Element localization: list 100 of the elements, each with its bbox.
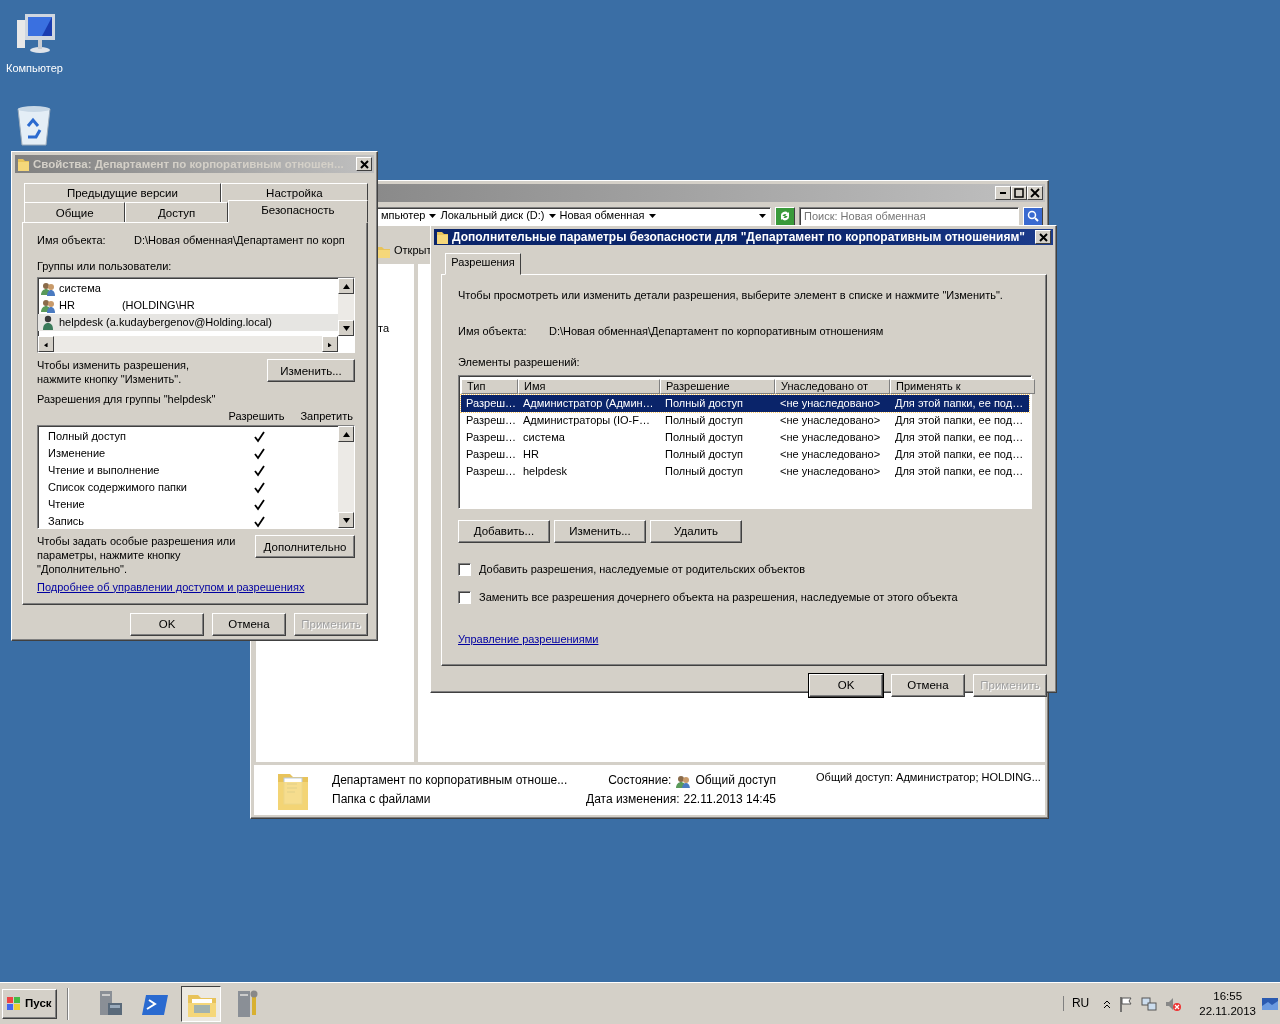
table-cell-text: система	[522, 430, 566, 445]
detail-value: Общий доступ: Администратор; HOLDING...	[816, 771, 1041, 783]
scrollbar[interactable]	[38, 336, 338, 353]
recycle-bin-icon[interactable]	[14, 104, 54, 146]
group-item[interactable]: HR (HOLDING\HR	[38, 297, 338, 315]
up-arrow-icon[interactable]	[342, 431, 350, 437]
cancel-button[interactable]: Отмена	[212, 612, 286, 636]
column-header[interactable]: Применять к	[890, 378, 1035, 395]
edit-button[interactable]: Изменить...	[267, 359, 355, 383]
windows-logo-icon	[7, 996, 21, 1011]
add-button[interactable]: Добавить...	[458, 520, 550, 543]
refresh-button[interactable]	[775, 206, 795, 226]
section-label: Элементы разрешений:	[458, 356, 581, 370]
field-label: Имя объекта:	[458, 324, 528, 339]
checkbox-label: Добавить разрешения, наследуемые от родительских объектов	[479, 563, 806, 577]
table-row[interactable]: Разреш… система Полный доступ <не унаследовано> Для этой папки, ее под…	[461, 429, 1029, 446]
field-value: D:\Новая обменная\Департамент по корп	[134, 233, 345, 248]
search-icon	[1027, 210, 1039, 222]
ok-button[interactable]: OK	[809, 673, 883, 697]
column-header[interactable]: Тип	[461, 378, 518, 395]
left-arrow-icon[interactable]	[43, 341, 49, 347]
group-item[interactable]: система	[38, 280, 338, 298]
advanced-button[interactable]: Дополнительно	[255, 535, 355, 559]
column-header: Разрешить	[228, 409, 285, 424]
maximize-button[interactable]	[1011, 186, 1027, 200]
start-button[interactable]: Пуск	[2, 988, 57, 1019]
table-cell-text: <не унаследовано>	[779, 396, 882, 411]
right-arrow-icon[interactable]	[327, 341, 333, 347]
hint-text: Чтобы изменить разрешения, нажмите кнопку "Изменить".	[37, 359, 191, 387]
help-link[interactable]: Подробнее об управлении доступом и разрешениях	[37, 580, 305, 595]
table-row[interactable]: Разреш… helpdesk Полный доступ <не унаследовано> Для этой папки, ее под…	[461, 463, 1029, 480]
breadcrumb-item[interactable]: Локальный диск (D:)	[440, 209, 545, 223]
users-icon	[40, 297, 56, 314]
checkbox[interactable]	[458, 563, 471, 577]
permission-name: Список содержимого папки	[48, 480, 188, 495]
edit-button[interactable]: Изменить...	[554, 520, 646, 543]
table-row[interactable]: Разреш… Администраторы (IO-F… Полный доступ <не унаследовано> Для этой папки, ее под…	[461, 412, 1029, 429]
scrollbar[interactable]	[338, 426, 354, 529]
search-field[interactable]: Поиск: Новая обменная	[799, 206, 1019, 226]
taskbar-button[interactable]	[180, 985, 221, 1022]
address-bar[interactable]: мпьютер Локальный диск (D:) Новая обменная	[376, 206, 771, 226]
network-icon[interactable]	[1141, 995, 1158, 1012]
table-row[interactable]: Разреш… HR Полный доступ <не унаследовано> Для этой папки, ее под…	[461, 446, 1029, 463]
up-arrow-icon[interactable]	[342, 283, 350, 289]
field-label: Имя объекта:	[37, 233, 107, 248]
folder-icon	[17, 156, 29, 172]
flag-icon[interactable]	[1119, 995, 1134, 1012]
table-row[interactable]: Разреш… Администратор (Админ… Полный доступ <не унаследовано> Для этой папки, ее под…	[461, 395, 1029, 412]
table-cell-text: Полный доступ	[664, 396, 745, 411]
close-button[interactable]	[356, 157, 372, 171]
column-header: Запретить	[300, 409, 353, 424]
table-cell-text: Полный доступ	[664, 430, 745, 445]
desktop-icon-label[interactable]: Компьютер	[6, 62, 63, 76]
group-item[interactable]: helpdesk (a.kudaybergenov@Holding.local)	[38, 314, 338, 332]
checkbox[interactable]	[458, 591, 471, 605]
nav-item[interactable]: та	[378, 322, 414, 336]
close-button[interactable]	[1035, 230, 1051, 244]
table-cell-text: Разреш…	[465, 447, 518, 462]
breadcrumb-item[interactable]: мпьютер	[381, 209, 426, 223]
language-indicator[interactable]: RU	[1062, 996, 1090, 1011]
tab[interactable]: Предыдущие версии	[24, 183, 221, 203]
show-desktop-icon[interactable]	[1262, 995, 1278, 1012]
table-cell-text: Разреш…	[465, 396, 518, 411]
dropdown-icon[interactable]	[759, 213, 766, 219]
field-value: D:\Новая обменная\Департамент по корпоративным отношениям	[549, 324, 884, 339]
down-arrow-icon[interactable]	[342, 517, 350, 523]
tab[interactable]: Безопасность	[227, 200, 368, 223]
maximize-icon	[1014, 188, 1024, 198]
table-cell-text: <не унаследовано>	[779, 413, 882, 428]
search-button[interactable]	[1023, 206, 1043, 226]
refresh-icon	[779, 210, 791, 222]
breadcrumb-item[interactable]: Новая обменная	[559, 209, 645, 223]
group-list[interactable]: система HR (HOLDING\HR helpdesk (a.kudaybergenov@Holding.local)	[37, 277, 355, 354]
minimize-button[interactable]	[995, 186, 1011, 200]
tab[interactable]: Общие	[24, 202, 126, 223]
section-label: Разрешения для группы "helpdesk"	[37, 392, 217, 407]
caret-icon	[648, 213, 656, 219]
ok-button[interactable]: OK	[130, 612, 204, 636]
checkbox-label: Заменить все разрешения дочернего объекта на разрешения, наследуемые от этого объекта	[479, 590, 958, 605]
close-button[interactable]	[1027, 186, 1043, 200]
users-icon	[40, 280, 56, 297]
table-cell-text: Администратор (Админ…	[522, 396, 655, 411]
column-header[interactable]: Имя	[518, 378, 660, 395]
scrollbar[interactable]	[338, 278, 354, 337]
tab[interactable]: Разрешения	[445, 253, 521, 275]
table-cell-text: Разреш…	[465, 464, 518, 479]
table-cell-text: Администраторы (IO-F…	[522, 413, 651, 428]
clock[interactable]: 16:55 22.11.2013	[1199, 989, 1256, 1018]
tab[interactable]: Доступ	[125, 202, 228, 223]
down-arrow-icon[interactable]	[342, 325, 350, 331]
table-cell-text: Для этой папки, ее под…	[894, 430, 1025, 445]
manage-permissions-link[interactable]: Управление разрешениями	[458, 632, 599, 647]
remove-button[interactable]: Удалить	[650, 520, 742, 543]
table-cell-text: Разреш…	[465, 430, 518, 445]
detail-value: 22.11.2013 14:45	[683, 792, 777, 807]
chevron-icon[interactable]	[1103, 998, 1112, 1009]
column-header[interactable]: Разрешение	[660, 378, 775, 395]
item-type: Папка с файлами	[332, 792, 432, 807]
column-header[interactable]: Унаследовано от	[775, 378, 890, 395]
cancel-button[interactable]: Отмена	[891, 673, 965, 697]
